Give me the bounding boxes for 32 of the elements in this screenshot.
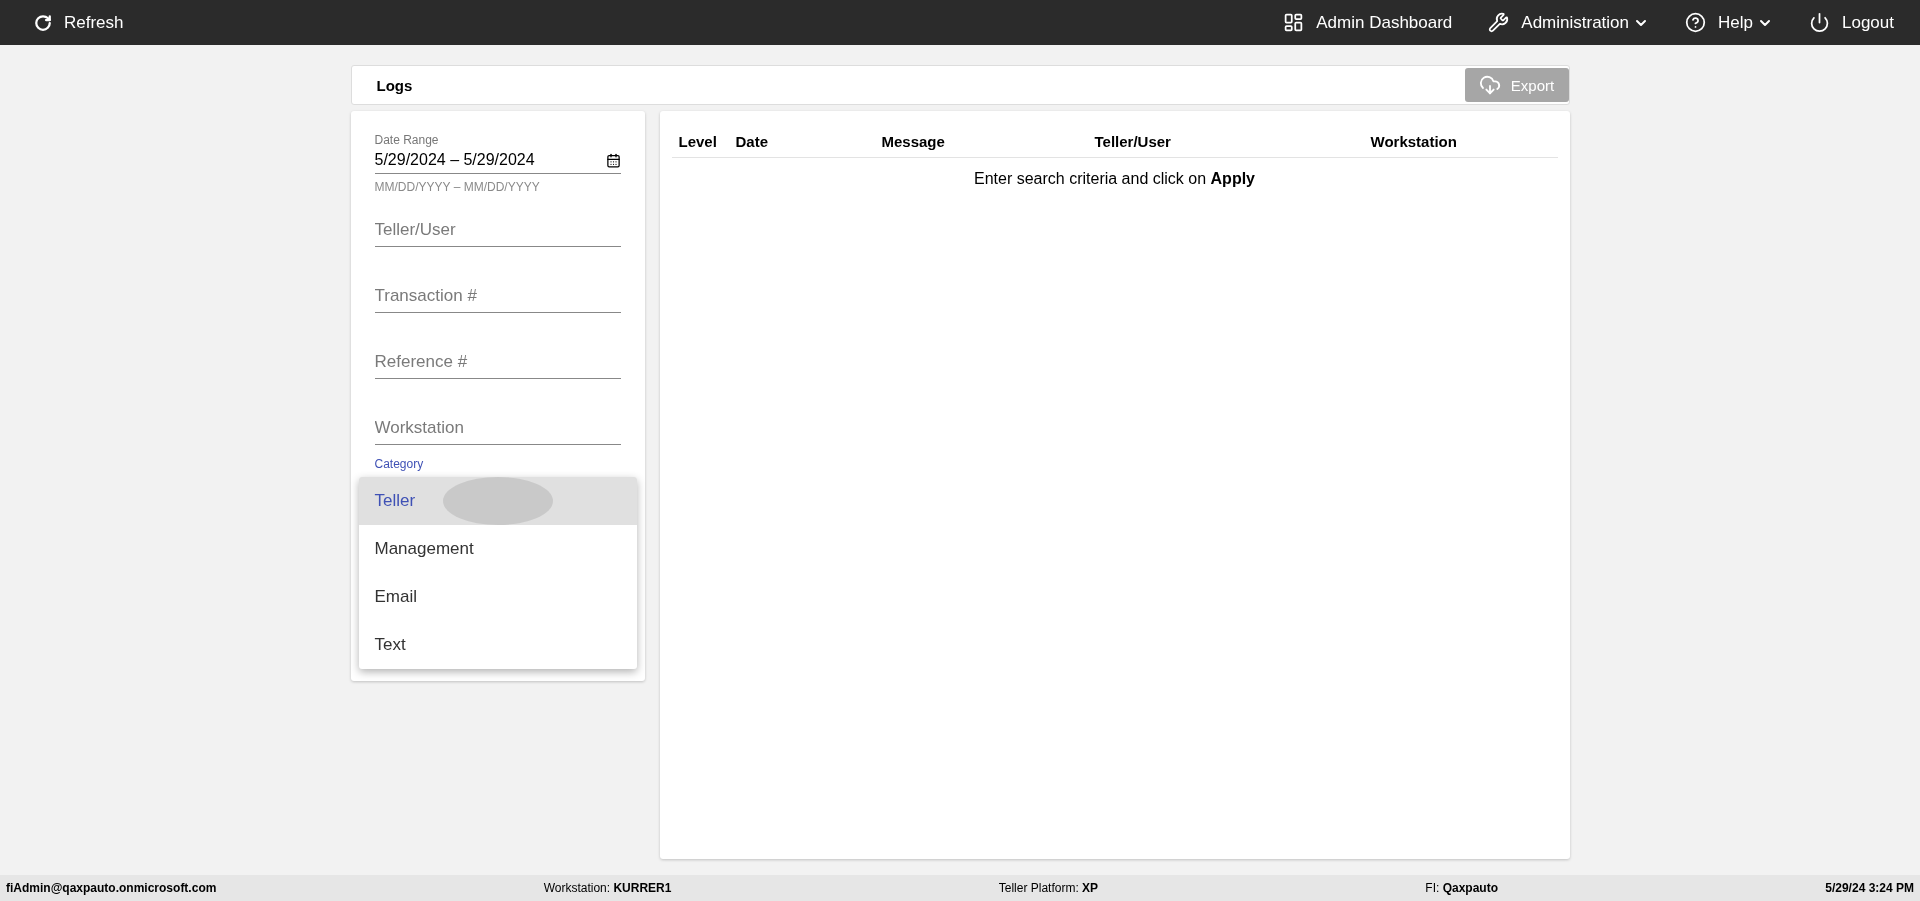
wrench-icon	[1488, 12, 1510, 33]
nav-menu-item[interactable]: Admin Dashboard	[1283, 12, 1453, 33]
field-label: Category	[374, 457, 425, 471]
column-header: Level	[678, 132, 718, 150]
status-text: Teller Platform: XP	[998, 881, 1099, 895]
helper-text: MM/DD/YYYY – MM/DD/YYYY	[374, 180, 541, 194]
column-header: Message	[881, 132, 946, 150]
page-title: Logs	[376, 76, 413, 94]
nav-menu-item[interactable]: Help	[1685, 12, 1773, 33]
menu-item[interactable]: Text	[358, 621, 637, 669]
refresh-icon	[34, 13, 52, 32]
help-icon	[1685, 12, 1707, 33]
calendar-icon	[605, 152, 621, 168]
nav-menu-item[interactable]: Administration	[1488, 12, 1650, 33]
menu-item[interactable]: Management	[358, 525, 637, 573]
power-icon	[1809, 12, 1830, 33]
dashboard-icon	[1283, 12, 1305, 33]
field-label: Date Range	[374, 133, 440, 147]
date-range-field[interactable]: 5/29/2024 – 5/29/2024	[374, 147, 621, 174]
column-header: Date	[735, 132, 769, 150]
empty-message: Enter search criteria and click on Apply	[973, 170, 1256, 188]
column-header: Workstation	[1370, 132, 1458, 150]
status-text: FI: Qaxpauto	[1425, 881, 1498, 895]
nav-menu-item[interactable]: Logout	[1809, 12, 1894, 33]
status-text: 5/29/24 3:24 PM	[1825, 881, 1914, 895]
cloud-download-icon	[1478, 74, 1501, 96]
status-text: fiAdmin@qaxpauto.onmicrosoft.com	[6, 881, 217, 895]
refresh-button[interactable]: Refresh	[34, 12, 124, 33]
status-text: Workstation: KURRER1	[543, 881, 672, 895]
menu-item[interactable]: Email	[358, 573, 637, 621]
menu-item[interactable]: Teller	[358, 477, 637, 525]
column-header: Teller/User	[1094, 132, 1172, 150]
